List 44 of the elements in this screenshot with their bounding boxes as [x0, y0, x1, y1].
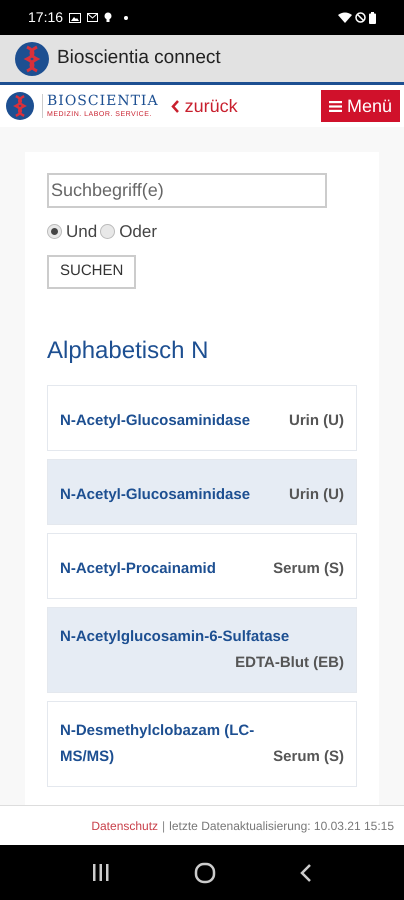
- image-icon: [69, 12, 82, 22]
- result-row[interactable]: N-Acetyl-Glucosaminidase Urin (U): [47, 384, 357, 450]
- radio-button[interactable]: [100, 224, 116, 240]
- back-link[interactable]: zurück: [170, 92, 238, 120]
- privacy-link[interactable]: Datenschutz: [91, 816, 158, 834]
- update-info: letzte Datenaktualisierung: 10.03.21 15:15: [169, 818, 394, 834]
- brand-name: BIOSCIENTIA: [47, 94, 159, 108]
- specimen-type: EDTA-Blut (EB): [235, 652, 344, 672]
- result-row[interactable]: N-Desmethylclobazam (LC-MS/MS) Serum (S): [47, 700, 357, 786]
- app-title: Bioscientia connect: [57, 46, 221, 70]
- specimen-type: Urin (U): [289, 410, 344, 430]
- blocked-icon: [355, 12, 366, 23]
- specimen-type: Urin (U): [289, 484, 344, 504]
- mail-icon: [87, 13, 98, 22]
- result-row[interactable]: N-Acetylglucosamin-6-Sulfatase EDTA-Blut (EB): [47, 606, 357, 692]
- status-time: 17:16: [28, 8, 64, 27]
- menu-icon: [328, 100, 342, 112]
- recent-apps-icon[interactable]: [92, 864, 110, 881]
- result-name: N-Acetylglucosamin-6-Sulfatase: [60, 626, 290, 646]
- radio-label: Oder: [119, 221, 157, 243]
- result-name: N-Acetyl-Glucosaminidase: [60, 410, 252, 430]
- battery-icon: [369, 12, 376, 24]
- bulb-icon: [104, 12, 112, 23]
- result-row[interactable]: N-Acetyl-Glucosaminidase Urin (U): [47, 458, 357, 524]
- back-icon[interactable]: [300, 862, 312, 882]
- specimen-type: Serum (S): [273, 746, 344, 766]
- search-button[interactable]: SUCHEN: [47, 254, 136, 288]
- result-name: N-Acetyl-Procainamid: [60, 558, 217, 578]
- wifi-icon: [338, 12, 352, 23]
- result-name: N-Acetyl-Glucosaminidase: [60, 484, 252, 504]
- separator: |: [162, 818, 166, 834]
- section-heading: Alphabetisch N: [47, 336, 210, 366]
- chevron-left-icon: [170, 100, 179, 112]
- radio-label: Und: [66, 221, 98, 243]
- dot-icon: [124, 16, 128, 20]
- helix-logo-icon: [6, 92, 34, 120]
- menu-button[interactable]: Menü: [320, 90, 400, 122]
- search-field[interactable]: Suchbegriff(e): [47, 173, 327, 208]
- home-icon[interactable]: [194, 862, 216, 884]
- result-row[interactable]: N-Acetyl-Procainamid Serum (S): [47, 532, 357, 598]
- helix-logo-icon: [15, 42, 49, 76]
- radio-button[interactable]: [47, 224, 62, 240]
- specimen-type: Serum (S): [273, 558, 344, 578]
- result-name: N-Desmethylclobazam (LC-MS/MS): [60, 720, 256, 766]
